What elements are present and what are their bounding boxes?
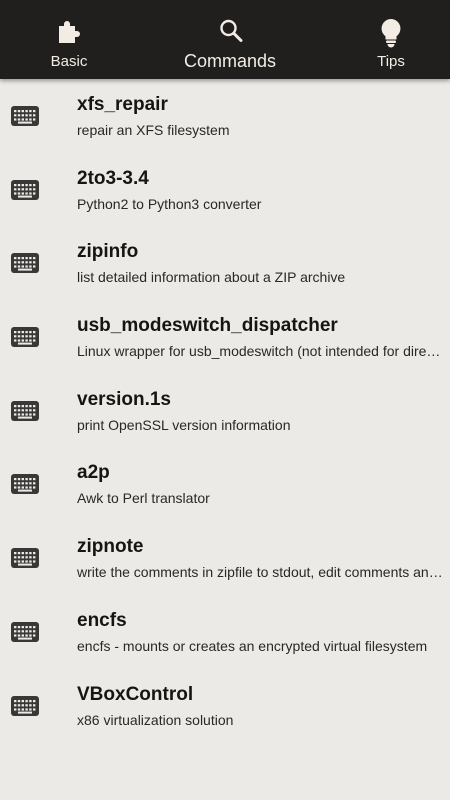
command-name: VBoxControl — [77, 683, 194, 705]
command-name: zipnote — [77, 536, 144, 558]
top-tab-bar: Basic Commands Tips — [0, 0, 450, 79]
command-description: repair an XFS filesystem — [77, 122, 230, 138]
tab-commands[interactable]: Commands — [180, 0, 280, 79]
keyboard-icon — [11, 179, 39, 205]
command-description: encfs - mounts or creates an encrypted v… — [77, 637, 428, 654]
list-item[interactable]: zipnote write the comments in zipfile to… — [0, 521, 450, 595]
command-name: zipinfo — [77, 241, 139, 263]
lightbulb-icon — [380, 18, 402, 53]
list-item[interactable]: VBoxControl x86 virtualization solution — [0, 669, 450, 743]
keyboard-icon — [11, 400, 39, 426]
command-description: print OpenSSL version information — [77, 416, 291, 433]
keyboard-icon — [11, 695, 39, 721]
command-description: x86 virtualization solution — [77, 711, 234, 728]
command-name: a2p — [77, 462, 110, 484]
puzzle-icon — [57, 18, 81, 49]
tab-basic-label: Basic — [50, 53, 88, 70]
search-icon — [219, 18, 243, 49]
keyboard-icon — [11, 327, 39, 352]
command-description: list detailed information about a ZIP ar… — [77, 269, 346, 286]
command-description: Linux wrapper for usb_modeswitch (not in… — [77, 343, 444, 360]
keyboard-icon — [11, 548, 39, 573]
command-description: Python2 to Python3 converter — [77, 195, 262, 212]
list-item[interactable]: 2to3-3.4 Python2 to Python3 converter — [0, 153, 450, 227]
keyboard-icon — [11, 621, 39, 647]
list-item[interactable]: version.1s print OpenSSL version informa… — [0, 374, 450, 448]
command-name: xfs_repair — [77, 94, 168, 115]
list-item[interactable]: xfs_repair repair an XFS filesystem — [0, 79, 450, 153]
list-item[interactable]: usb_modeswitch_dispatcher Linux wrapper … — [0, 300, 450, 374]
tab-tips-label: Tips — [377, 53, 405, 70]
command-name: 2to3-3.4 — [77, 167, 149, 189]
command-description: Awk to Perl translator — [77, 490, 210, 507]
list-item[interactable]: encfs encfs - mounts or creates an encry… — [0, 595, 450, 669]
command-name: version.1s — [77, 388, 171, 410]
command-name: encfs — [77, 609, 127, 631]
list-item[interactable]: zipinfo list detailed information about … — [0, 226, 450, 300]
keyboard-icon — [11, 253, 39, 278]
keyboard-icon — [11, 474, 39, 499]
tab-tips[interactable]: Tips — [366, 0, 416, 79]
tab-commands-label: Commands — [183, 51, 277, 71]
command-list: xfs_repair repair an XFS filesystem 2to3… — [0, 79, 450, 742]
command-name: usb_modeswitch_dispatcher — [77, 315, 338, 337]
list-item[interactable]: a2p Awk to Perl translator — [0, 447, 450, 521]
keyboard-icon — [11, 106, 39, 131]
command-description: write the comments in zipfile to stdout,… — [77, 564, 444, 581]
tab-basic[interactable]: Basic — [38, 0, 100, 79]
